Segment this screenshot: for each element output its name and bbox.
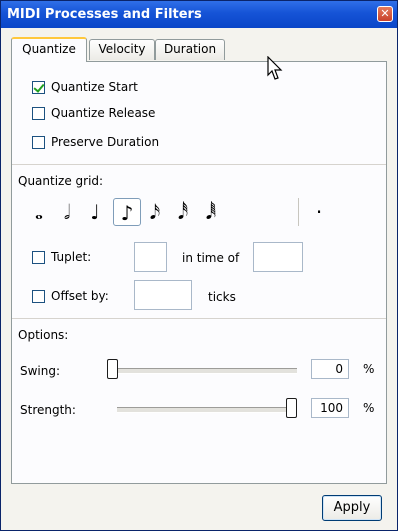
whole-note-icon[interactable]: 𝅝 [25, 198, 53, 226]
swing-percent-label: % [363, 362, 375, 376]
swing-value-field[interactable]: 0 [311, 359, 349, 379]
preserve-duration-label: Preserve Duration [51, 135, 160, 149]
quarter-note-icon[interactable]: ♩ [81, 198, 109, 226]
thirty-second-note-icon[interactable]: 𝅘𝅥𝅰 [169, 198, 197, 226]
swing-label: Swing: [20, 364, 61, 378]
toolbar-divider [298, 198, 299, 226]
quantize-start-option[interactable]: Quantize Start [32, 78, 138, 96]
title-bar[interactable]: MIDI Processes and Filters ✕ [1, 1, 397, 28]
tab-quantize[interactable]: Quantize [11, 37, 87, 62]
strength-slider-thumb[interactable] [286, 398, 297, 418]
strength-slider-track[interactable] [117, 407, 297, 413]
preserve-duration-checkbox[interactable] [32, 135, 45, 149]
note-grid-toolbar: 𝅝 𝅗𝅥 ♩ ♪ 𝅘𝅥𝅯 𝅘𝅥𝅰 𝅘𝅥𝅱 · [25, 198, 325, 228]
quantize-start-label: Quantize Start [51, 80, 138, 94]
quantize-start-checkbox[interactable] [32, 80, 45, 94]
options-heading: Options: [18, 328, 69, 342]
strength-value-field[interactable]: 100 [311, 398, 349, 418]
ticks-label: ticks [208, 290, 236, 304]
offset-checkbox[interactable] [32, 289, 45, 303]
quantize-grid-heading: Quantize grid: [18, 174, 104, 188]
quantize-release-label: Quantize Release [51, 106, 156, 120]
in-time-of-label: in time of [182, 251, 240, 265]
tuplet-option[interactable]: Tuplet: [32, 248, 91, 266]
divider [12, 164, 386, 165]
eighth-note-icon[interactable]: ♪ [113, 198, 141, 226]
swing-slider-track[interactable] [107, 368, 297, 374]
tuplet-checkbox[interactable] [32, 250, 45, 264]
preserve-duration-option[interactable]: Preserve Duration [32, 133, 159, 151]
offset-label: Offset by: [51, 289, 109, 303]
dotted-note-icon[interactable]: · [305, 198, 333, 226]
sixteenth-note-icon[interactable]: 𝅘𝅥𝅯 [141, 198, 169, 226]
divider [12, 318, 386, 319]
tab-duration[interactable]: Duration [155, 39, 225, 60]
close-button[interactable]: ✕ [377, 6, 393, 22]
strength-label: Strength: [20, 403, 76, 417]
swing-slider-thumb[interactable] [107, 359, 118, 379]
strength-percent-label: % [363, 401, 375, 415]
sixty-fourth-note-icon[interactable]: 𝅘𝅥𝅱 [197, 198, 225, 226]
half-note-icon[interactable]: 𝅗𝅥 [53, 198, 81, 226]
window-title: MIDI Processes and Filters [7, 7, 202, 22]
in-time-of-input[interactable] [253, 242, 303, 272]
offset-input[interactable] [134, 280, 192, 310]
mouse-pointer-icon [267, 56, 283, 80]
offset-option[interactable]: Offset by: [32, 287, 109, 305]
apply-button[interactable]: Apply [322, 495, 382, 521]
tab-velocity[interactable]: Velocity [89, 39, 155, 60]
tuplet-input[interactable] [134, 242, 167, 272]
tuplet-label: Tuplet: [51, 250, 92, 264]
quantize-release-option[interactable]: Quantize Release [32, 104, 155, 122]
quantize-panel: Quantize Start Quantize Release Preserve… [11, 61, 387, 484]
quantize-release-checkbox[interactable] [32, 106, 45, 120]
dialog-window: MIDI Processes and Filters ✕ Quantize Ve… [0, 0, 398, 531]
